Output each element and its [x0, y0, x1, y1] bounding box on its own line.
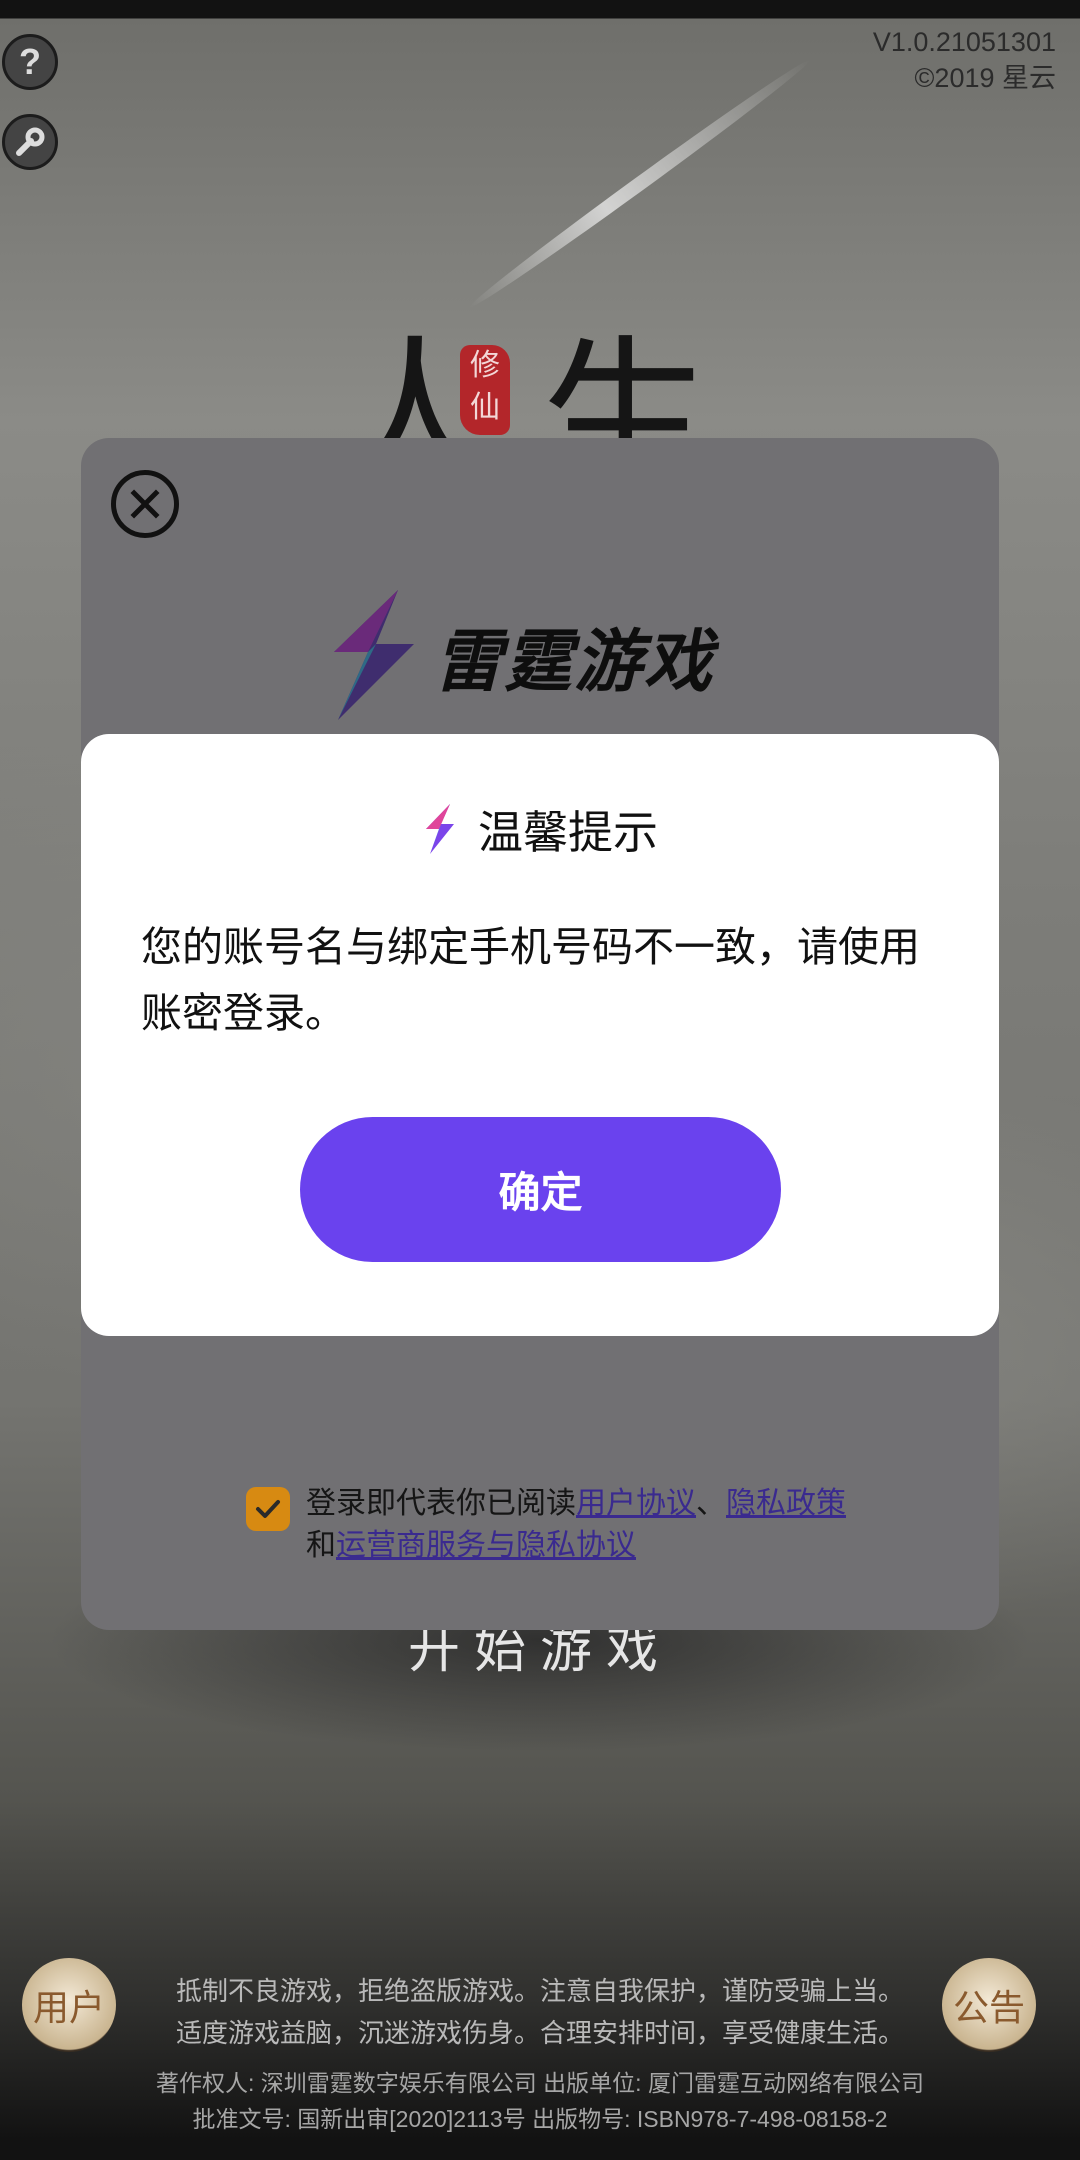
user-agreement-link[interactable]: 用户协议: [576, 1486, 696, 1521]
settings-button[interactable]: [2, 114, 58, 170]
dialog-message: 您的账号名与绑定手机号码不一致，请使用账密登录。: [141, 923, 920, 1037]
agreement-separator: 、: [696, 1486, 726, 1521]
question-icon: ?: [19, 41, 41, 82]
copyright-text: ©2019 星云: [914, 63, 1056, 93]
close-icon[interactable]: [111, 470, 179, 538]
health-notice-line: 抵制不良游戏，拒绝盗版游戏。注意自我保护，谨防受骗上当。: [175, 1976, 904, 2006]
checkmark-icon: [256, 1500, 280, 1518]
lightning-logo-icon: [334, 590, 414, 720]
agreement-and: 和: [306, 1528, 336, 1563]
agreement-checkbox[interactable]: [246, 1487, 290, 1531]
version-info: V1.0.21051301 ©2019 星云: [873, 24, 1056, 96]
seal-stamp: 修仙: [460, 345, 510, 435]
privacy-policy-link[interactable]: 隐私政策: [726, 1486, 846, 1521]
dialog-header: 温馨提示: [81, 796, 999, 861]
version-number: V1.0.21051301: [872, 27, 1056, 57]
dialog-title: 温馨提示: [477, 806, 658, 859]
health-notice: 抵制不良游戏，拒绝盗版游戏。注意自我保护，谨防受骗上当。 适度游戏益脑，沉迷游戏…: [0, 1970, 1080, 2054]
agreement-prefix: 登录即代表你已阅读: [306, 1486, 576, 1521]
publication-info-line: 著作权人: 深圳雷霆数字娱乐有限公司 出版单位: 厦门雷霆互动网络有限公司: [156, 2070, 924, 2096]
agreement-row: 登录即代表你已阅读用户协议、隐私政策 和运营商服务与隐私协议: [246, 1483, 946, 1567]
alert-dialog: 温馨提示 您的账号名与绑定手机号码不一致，请使用账密登录。 确定: [81, 734, 999, 1336]
confirm-button[interactable]: 确定: [300, 1117, 781, 1262]
brand-logo: 雷霆游戏: [316, 590, 714, 720]
publication-info-line: 批准文号: 国新出审[2020]2113号 出版物号: ISBN978-7-49…: [192, 2106, 888, 2132]
publication-info: 著作权人: 深圳雷霆数字娱乐有限公司 出版单位: 厦门雷霆互动网络有限公司 批准…: [0, 2065, 1080, 2137]
operator-agreement-link[interactable]: 运营商服务与隐私协议: [336, 1528, 636, 1563]
help-button[interactable]: ?: [2, 34, 58, 90]
lightning-logo-icon: [425, 803, 454, 854]
wrench-icon: [16, 127, 45, 156]
agreement-text: 登录即代表你已阅读用户协议、隐私政策 和运营商服务与隐私协议: [306, 1483, 846, 1567]
health-notice-line: 适度游戏益脑，沉迷游戏伤身。合理安排时间，享受健康生活。: [175, 2018, 904, 2048]
brand-name: 雷霆游戏: [434, 622, 715, 702]
